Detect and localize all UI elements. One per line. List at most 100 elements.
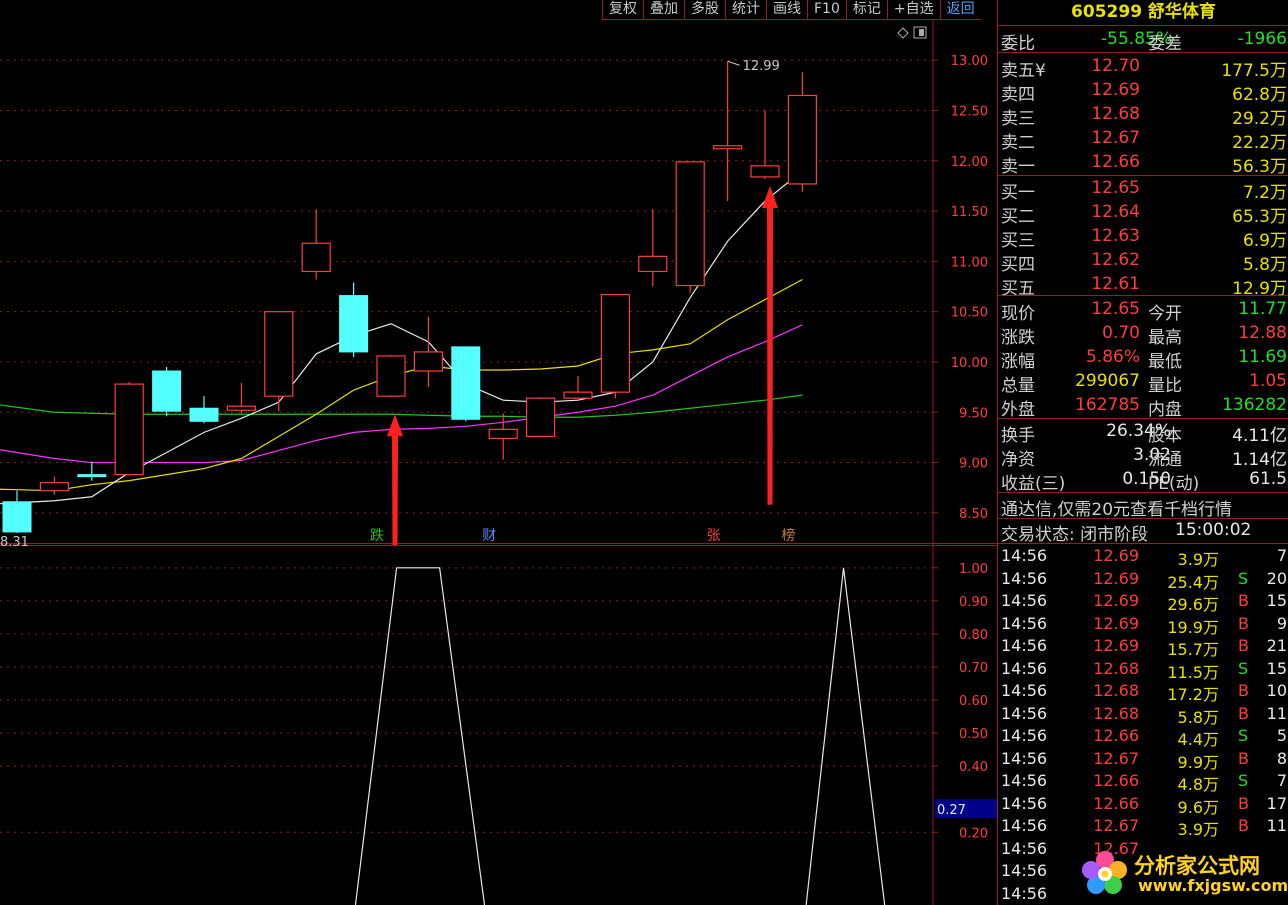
- tick-side: B: [1238, 636, 1249, 655]
- promo-text: 通达信,仅需20元查看千档行情: [1001, 500, 1233, 520]
- stat-value: 1.14亿: [1232, 450, 1287, 470]
- tick-side: S: [1238, 726, 1249, 745]
- candle-body-up: [600, 293, 631, 393]
- stat-label: 收益(三): [1001, 474, 1066, 494]
- tick-volume: 15.7万: [1167, 640, 1219, 659]
- tick-time: 14:56: [1001, 838, 1048, 858]
- stat-label: 最低: [1148, 352, 1182, 372]
- tick-price: 12.68: [1093, 658, 1139, 678]
- sell-volume: 29.2万: [1232, 109, 1287, 129]
- trade-status-label: 交易状态: 闭市阶段: [1001, 525, 1149, 545]
- panel-separator: [998, 418, 1288, 419]
- tick-row: 14:56 12.69 19.9万 B 9: [998, 613, 1288, 637]
- price-tick-label: 12.50: [951, 105, 988, 120]
- tick-count: 10: [1266, 681, 1287, 700]
- stat2-row: 换手 26.34% 股本 4.11亿: [998, 420, 1288, 446]
- tick-time: 14:56: [1001, 861, 1048, 880]
- tick-count: 15: [1266, 658, 1287, 678]
- indicator-tick-label: 0.50: [959, 727, 988, 742]
- tick-row: 14:56 12.69 25.4万 S 20: [998, 568, 1288, 592]
- tick-row: 14:56 12.68 17.2万 B 10: [998, 680, 1288, 704]
- weicha-label: 委差: [1148, 34, 1182, 54]
- chart-area: 13.00 12.50 12.00 11.50 11.00 10.50 10.00 9.50 9…: [0, 20, 997, 905]
- panel-separator: [998, 52, 1288, 53]
- tick-count: 17: [1266, 793, 1287, 813]
- candle-body-down: [339, 295, 369, 353]
- sell-row: 卖一 12.66 56.3万: [998, 151, 1288, 177]
- tick-time: 14:56: [1001, 726, 1048, 745]
- buy-label: 买三: [1001, 231, 1035, 251]
- buy-label: 买一: [1001, 183, 1035, 203]
- sell-volume: 22.2万: [1232, 133, 1287, 153]
- tick-count: 9: [1276, 613, 1287, 633]
- tick-time: 14:56: [1001, 568, 1048, 588]
- tick-volume: 11.5万: [1167, 662, 1219, 682]
- tick-volume: 4.8万: [1177, 775, 1219, 794]
- trade-status-row: 交易状态: 闭市阶段 15:00:02: [998, 519, 1288, 545]
- tick-row: 14:56 12.69 29.6万 B 15: [998, 590, 1288, 614]
- tick-volume: 3.9万: [1177, 550, 1219, 569]
- tick-row: 14:56 12.66 9.6万 B 17: [998, 793, 1288, 817]
- buy-volume: 6.9万: [1242, 231, 1287, 251]
- tick-side: B: [1238, 681, 1249, 700]
- tick-count: 15: [1266, 591, 1287, 610]
- stat-label: 涨跌: [1001, 328, 1035, 348]
- panel-separator: [998, 295, 1288, 296]
- candle-body-up: [301, 242, 331, 273]
- tick-count: 20: [1266, 568, 1287, 588]
- sell-label: 卖二: [1001, 133, 1035, 153]
- tick-time: 14:56: [1001, 883, 1048, 903]
- panel-separator: [998, 175, 1288, 176]
- tick-price: 12.67: [1093, 748, 1139, 768]
- candle-body-up: [563, 391, 593, 399]
- candle-body-up: [413, 351, 443, 372]
- tick-volume: 9.6万: [1177, 797, 1219, 817]
- stat-row: 现价 12.65 今开 11.77: [998, 298, 1288, 324]
- price-tick-label: 9.00: [959, 457, 988, 472]
- panel-separator: [998, 492, 1288, 493]
- tick-price: 12.66: [1093, 793, 1139, 813]
- stat-value: 4.11亿: [1232, 426, 1287, 446]
- stat-row: 外盘 162785 内盘 136282: [998, 394, 1288, 420]
- tick-time: 14:56: [1001, 658, 1048, 678]
- event-marker: 财: [482, 528, 496, 544]
- tick-price: 12.69: [1093, 568, 1139, 588]
- stat-label: 量比: [1148, 376, 1182, 396]
- tick-row: 14:56 12.66 4.4万 S 5: [998, 725, 1288, 749]
- sell-label: 卖一: [1001, 157, 1035, 177]
- high-pointer: [727, 60, 740, 66]
- tick-row: 14:56 12.69 3.9万 7: [998, 545, 1288, 569]
- sell-label: 卖五¥: [1001, 61, 1046, 81]
- high-label: 12.99: [743, 59, 780, 74]
- stat-label: 现价: [1001, 304, 1035, 324]
- sell-volume: 56.3万: [1232, 157, 1287, 177]
- buy-row: 买一 12.65 7.2万: [998, 177, 1288, 203]
- stock-title: 605299 舒华体育: [1071, 2, 1216, 22]
- diamond-icon: [897, 27, 909, 39]
- stat2-row: 净资 3.02 流通 1.14亿: [998, 444, 1288, 470]
- stat-label: 最高: [1148, 328, 1182, 348]
- weibi-row: 委比 -55.85% 委差 -1966: [998, 28, 1288, 54]
- stat-row: 总量 299067 量比 1.05: [998, 370, 1288, 396]
- indicator-tick-label: 0.70: [959, 661, 988, 676]
- event-marker: 跌: [370, 528, 384, 544]
- tick-row: 14:56 12.68 5.8万 B 11: [998, 703, 1288, 727]
- candle-body-up: [787, 94, 818, 185]
- candle-body-down: [451, 346, 481, 420]
- sell-price: 12.69: [1091, 80, 1140, 100]
- tick-count: 11: [1266, 703, 1287, 723]
- candle-body-up: [376, 355, 406, 397]
- buy-volume: 65.3万: [1232, 207, 1287, 227]
- stat-value: 136282: [1222, 395, 1287, 415]
- price-tick-label: 10.00: [951, 356, 988, 371]
- candle-body-down: [2, 501, 32, 533]
- indicator-tick-label: 0.20: [959, 826, 988, 841]
- buy-row: 买四 12.62 5.8万: [998, 249, 1288, 275]
- stat-value: 12.88: [1238, 323, 1287, 343]
- stat-value: 11.69: [1238, 347, 1287, 367]
- sell-price: 12.66: [1091, 152, 1140, 172]
- tick-volume: 4.4万: [1177, 730, 1219, 749]
- stat-label: 股本: [1148, 426, 1182, 446]
- tick-volume: 17.2万: [1167, 685, 1219, 704]
- tick-side: S: [1238, 658, 1249, 678]
